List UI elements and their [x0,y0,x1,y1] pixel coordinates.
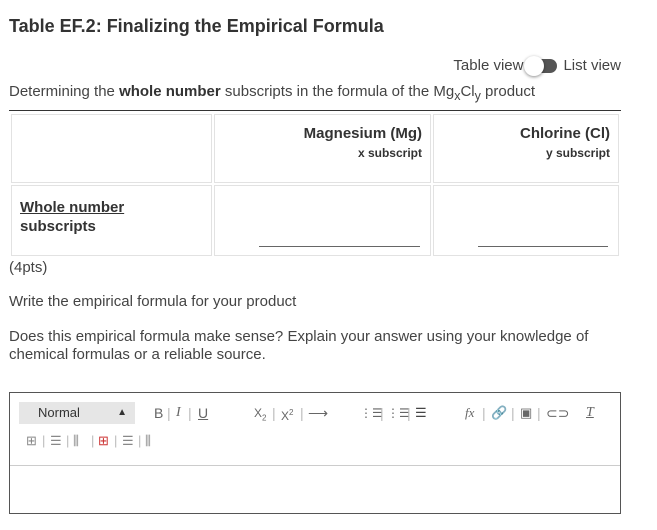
view-toggle: Table view List view [453,55,621,76]
delete-row-icon[interactable]: ☰ [122,430,134,452]
image-icon[interactable]: ▣ [520,402,532,424]
underline-icon[interactable]: U [198,402,208,424]
separator: | [482,405,486,421]
indent-arrow-icon[interactable]: ⟶ [308,402,328,424]
row-label-line1: Whole number [20,199,125,216]
question-1: Write the empirical formula for your pro… [9,293,297,310]
separator: | [138,433,142,448]
table-view-label[interactable]: Table view [453,57,523,74]
superscript-icon[interactable]: X2 [281,402,293,427]
separator: | [188,405,192,421]
insert-row-above-icon[interactable]: ☰ [50,430,62,452]
insert-column-icon[interactable]: ⫼ [73,430,79,452]
page-title: Table EF.2: Finalizing the Empirical For… [9,16,384,36]
separator: | [91,433,95,448]
align-left-icon[interactable]: ☰ [415,402,427,424]
editor-toolbar: Normal ▲ B | I | U X2 | X2 | ⟶ ⋮☰ | ⋮☰ |… [10,393,620,466]
table-row: Whole number subscripts [11,185,619,256]
switch-knob[interactable] [524,55,545,76]
style-select-value: Normal [38,405,80,420]
table-description: Determining the whole number subscripts … [9,83,535,103]
mg-answer-cell[interactable] [214,185,431,256]
column-header-mg: Magnesium (Mg) x subscript [214,114,431,183]
description-text: Determining the [9,83,120,100]
divider [9,110,621,111]
row-label-line2: subscripts [20,218,96,235]
description-text: Cl [460,83,475,100]
link-icon[interactable]: 🔗 [491,402,507,424]
description-bold: whole number [119,83,221,100]
cl-answer-cell[interactable] [433,185,619,256]
separator: | [272,405,276,421]
separator: | [537,405,541,421]
separator: | [407,405,411,421]
empirical-formula-table: Magnesium (Mg) x subscript Chlorine (Cl)… [9,112,621,258]
mg-answer-input[interactable] [259,246,420,247]
formula-icon[interactable]: fx [465,402,474,424]
column-subtitle: x subscript [357,146,422,160]
separator: | [511,405,515,421]
row-label: Whole number subscripts [11,185,212,256]
cl-answer-input[interactable] [478,246,608,247]
table-icon[interactable]: ⊞ [26,430,37,452]
separator: | [167,405,171,421]
column-title: Chlorine (Cl) [520,125,610,142]
points-label: (4pts) [9,259,48,276]
separator: | [114,433,118,448]
column-title: Magnesium (Mg) [303,125,422,142]
attachment-icon[interactable]: ⊂⊃ [546,402,569,424]
separator: | [380,405,384,421]
clear-format-icon[interactable]: T [586,402,594,424]
question-2: Does this empirical formula make sense? … [9,328,589,363]
subscript-icon[interactable]: X2 [254,402,266,429]
description-text: product [480,83,536,100]
description-text: subscripts in the formula of the Mg [220,83,455,100]
separator: | [42,433,46,448]
column-subtitle: y subscript [545,146,610,160]
updown-arrow-icon: ▲ [117,407,127,418]
bold-icon[interactable]: B [154,402,163,424]
delete-column-icon[interactable]: ⫼ [145,430,151,452]
rich-text-editor: Normal ▲ B | I | U X2 | X2 | ⟶ ⋮☰ | ⋮☰ |… [9,392,621,514]
column-header-cl: Chlorine (Cl) y subscript [433,114,619,183]
editor-content-area[interactable] [10,466,620,512]
paragraph-style-select[interactable]: Normal ▲ [19,402,135,424]
delete-table-icon[interactable]: ⊞ [98,430,109,452]
table-header-row: Magnesium (Mg) x subscript Chlorine (Cl)… [11,114,619,183]
empty-header-cell [11,114,212,183]
view-switch[interactable] [524,55,558,76]
separator: | [300,405,304,421]
italic-icon[interactable]: I [176,402,181,424]
separator: | [66,433,70,448]
list-view-label[interactable]: List view [563,57,621,74]
